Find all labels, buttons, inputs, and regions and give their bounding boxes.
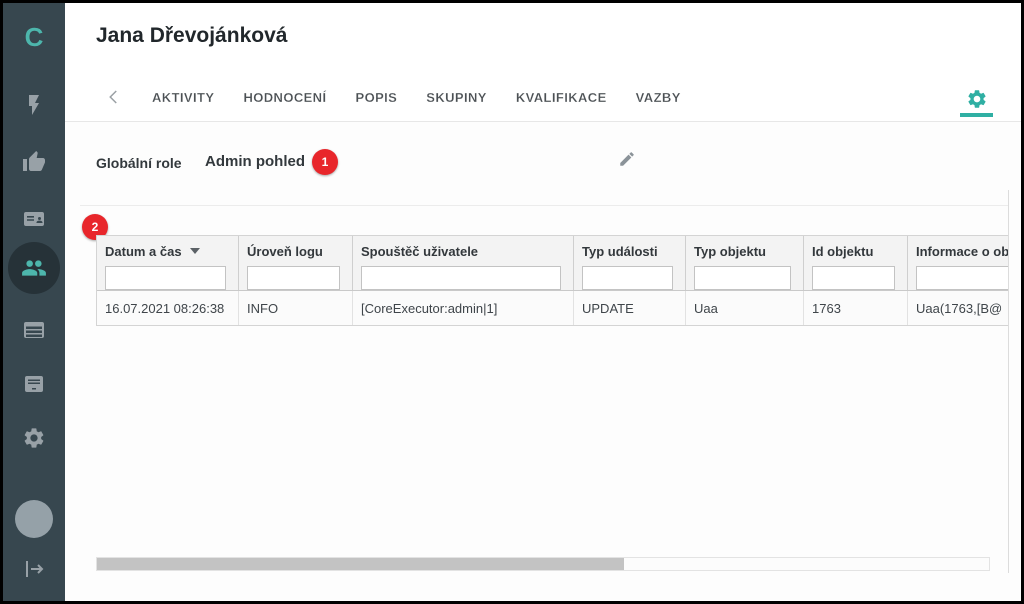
filter-input-typ-objektu[interactable] xyxy=(694,266,791,290)
column-header-id-objektu[interactable]: Id objektu xyxy=(804,236,908,290)
filter-input-id-objektu[interactable] xyxy=(812,266,895,290)
app-logo[interactable]: C xyxy=(3,22,65,53)
filter-input-spoustec[interactable] xyxy=(361,266,561,290)
cell-typ-objektu: Uaa xyxy=(686,291,804,325)
gear-icon[interactable] xyxy=(22,426,46,450)
active-tab-underline xyxy=(960,113,993,117)
horizontal-scrollbar[interactable] xyxy=(96,557,990,571)
cell-uroven: INFO xyxy=(239,291,353,325)
column-header-typ-udalosti[interactable]: Typ události xyxy=(574,236,686,290)
page-title: Jana Dřevojánková xyxy=(96,24,287,48)
cell-datum: 16.07.2021 08:26:38 xyxy=(97,291,239,325)
tab-skupiny[interactable]: SKUPINY xyxy=(426,90,487,105)
table-header-row: Datum a čas Úroveň logu Spouštěč uživate… xyxy=(97,236,1008,291)
logout-icon[interactable] xyxy=(22,557,46,581)
tab-popis[interactable]: POPIS xyxy=(356,90,398,105)
column-header-spoustec-uzivatele[interactable]: Spouštěč uživatele xyxy=(353,236,574,290)
main-content: Jana Dřevojánková AKTIVITY HODNOCENÍ POP… xyxy=(65,3,1021,601)
tab-hodnoceni[interactable]: HODNOCENÍ xyxy=(243,90,326,105)
sidebar: C xyxy=(3,3,65,601)
tab-settings-gear-icon[interactable] xyxy=(966,88,988,110)
filter-input-typ-udalosti[interactable] xyxy=(582,266,673,290)
column-header-typ-objektu[interactable]: Typ objektu xyxy=(686,236,804,290)
sort-desc-icon[interactable] xyxy=(190,248,200,254)
chevron-left-icon[interactable] xyxy=(105,88,123,106)
log-table: Datum a čas Úroveň logu Spouštěč uživate… xyxy=(96,235,1008,326)
pane-divider xyxy=(1008,190,1009,573)
cell-informace: Uaa(1763,[B@ xyxy=(908,291,1008,325)
filter-input-datum[interactable] xyxy=(105,266,226,290)
filter-input-uroven[interactable] xyxy=(247,266,340,290)
app-window: C Jana Dřevojánkov xyxy=(0,0,1024,604)
table-row[interactable]: 16.07.2021 08:26:38 INFO [CoreExecutor:a… xyxy=(97,291,1008,326)
flash-icon[interactable] xyxy=(22,93,46,117)
avatar[interactable] xyxy=(15,500,53,538)
filter-input-informace[interactable] xyxy=(916,266,1008,290)
topbar: Jana Dřevojánková AKTIVITY HODNOCENÍ POP… xyxy=(65,3,1021,122)
column-header-datum-a-cas[interactable]: Datum a čas xyxy=(97,236,239,290)
section-divider xyxy=(80,205,1008,206)
edit-pencil-icon[interactable] xyxy=(618,150,636,168)
tab-aktivity[interactable]: AKTIVITY xyxy=(152,90,214,105)
role-label: Globální role xyxy=(96,155,182,171)
role-value: Admin pohled xyxy=(205,153,305,170)
archive-icon[interactable] xyxy=(22,372,46,396)
cell-id-objektu: 1763 xyxy=(804,291,908,325)
tab-kvalifikace[interactable]: KVALIFIKACE xyxy=(516,90,607,105)
tab-vazby[interactable]: VAZBY xyxy=(636,90,681,105)
table-icon[interactable] xyxy=(22,318,46,342)
thumbs-up-icon[interactable] xyxy=(22,150,46,174)
id-card-icon[interactable] xyxy=(22,207,46,231)
annotation-badge-1: 1 xyxy=(312,149,338,175)
sidebar-item-people-active[interactable] xyxy=(8,242,60,294)
column-header-informace-o-objektu[interactable]: Informace o objektu xyxy=(908,236,1008,290)
column-header-uroven-logu[interactable]: Úroveň logu xyxy=(239,236,353,290)
cell-typ-udalosti: UPDATE xyxy=(574,291,686,325)
cell-spoustec: [CoreExecutor:admin|1] xyxy=(353,291,574,325)
tab-bar: AKTIVITY HODNOCENÍ POPIS SKUPINY KVALIFI… xyxy=(105,80,681,114)
scrollbar-thumb[interactable] xyxy=(97,558,624,570)
people-icon xyxy=(21,255,47,281)
